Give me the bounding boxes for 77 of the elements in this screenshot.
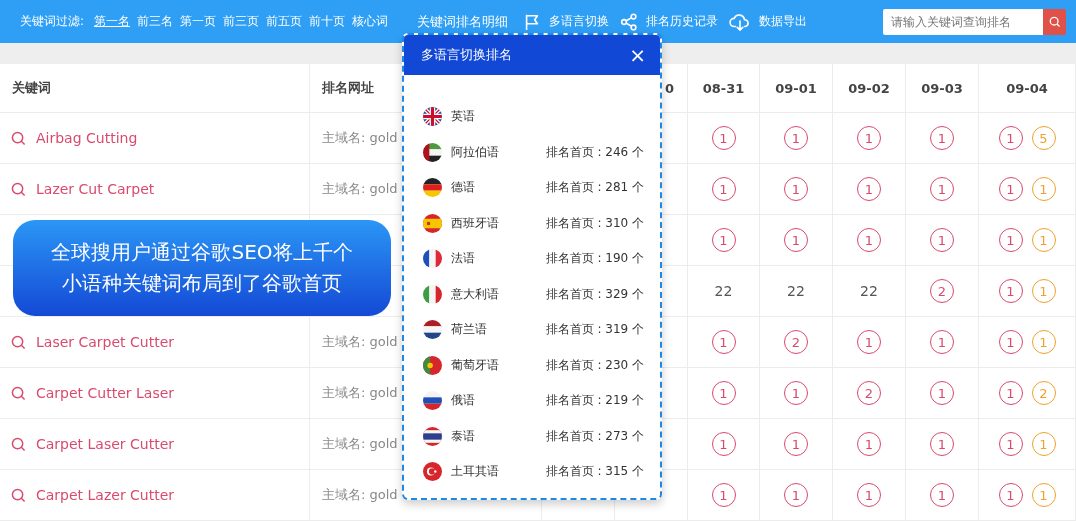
keyword-link[interactable]: Carpet Laser Cutter	[36, 436, 175, 452]
action-link[interactable]: 多语言切换	[549, 13, 610, 30]
keyword-link[interactable]: Airbag Cutting	[36, 130, 138, 146]
ranking-count: 排名首页 : 319 个	[545, 321, 644, 339]
search-field[interactable]: 请输入关键词查询排名	[883, 8, 1043, 35]
rank-number: 22	[787, 283, 805, 299]
language-name[interactable]: 西班牙语	[451, 214, 499, 232]
column-header: 08-31	[702, 80, 745, 96]
ranking-count: 排名首页 : 281 个	[545, 179, 644, 197]
flag-icon[interactable]	[423, 391, 442, 411]
search-icon[interactable]	[11, 436, 26, 452]
ranking-count: 排名首页 : 315 个	[545, 463, 644, 481]
share-icon[interactable]	[620, 12, 639, 31]
language-name[interactable]: 法语	[451, 250, 475, 268]
action-link[interactable]: 排名历史记录	[646, 13, 719, 30]
url-text: 主域名: gold	[322, 384, 398, 402]
keyword-link[interactable]: Lazer Cut Carpet	[36, 181, 155, 197]
language-name[interactable]: 荷兰语	[451, 321, 487, 339]
filter-link[interactable]: 第一名	[94, 13, 131, 30]
language-name[interactable]: 葡萄牙语	[451, 356, 499, 374]
action-link[interactable]: 数据导出	[759, 13, 808, 30]
column-header: 09-03	[921, 80, 963, 96]
language-name[interactable]: 泰语	[451, 427, 475, 445]
language-name[interactable]: 英语	[451, 108, 475, 126]
flag-icon[interactable]	[423, 142, 442, 162]
filter-link[interactable]: 前三名	[137, 13, 174, 30]
language-name[interactable]: 意大利语	[451, 285, 499, 303]
filter-link[interactable]: 前五页	[266, 13, 303, 30]
column-header: 0	[665, 80, 675, 96]
search-icon[interactable]	[11, 487, 26, 503]
filter-label: 关键词过滤:	[20, 13, 85, 30]
url-text: 主域名: gold	[322, 333, 398, 351]
search-icon[interactable]	[1048, 15, 1061, 28]
flag-icon[interactable]	[423, 249, 442, 269]
detail-title[interactable]: 关键词排名明细	[417, 12, 509, 31]
search-icon[interactable]	[11, 130, 26, 146]
rank-number: 22	[714, 283, 733, 299]
close-button[interactable]: ×	[627, 45, 648, 65]
keyword-link[interactable]: Carpet Lazer Cutter	[36, 487, 175, 503]
language-name[interactable]: 俄语	[451, 392, 475, 410]
keyword-link[interactable]: Laser Carpet Cutter	[36, 334, 175, 350]
search-icon[interactable]	[11, 334, 26, 350]
column-header: 09-02	[848, 80, 890, 96]
search-icon[interactable]	[11, 181, 26, 197]
ranking-count: 排名首页 : 273 个	[545, 427, 644, 445]
ranking-count: 排名首页 : 190 个	[545, 250, 644, 268]
ranking-count: 排名首页 : 230 个	[545, 356, 644, 374]
search-button[interactable]	[1043, 8, 1066, 35]
flag-icon[interactable]	[423, 426, 442, 446]
url-text: 主域名: gold	[322, 180, 398, 198]
keyword-link[interactable]: Carpet Cutter Laser	[36, 385, 175, 401]
column-header: 排名网址	[322, 79, 374, 97]
filter-link[interactable]: 核心词	[352, 13, 389, 30]
column-header: 关键词	[12, 79, 51, 97]
flag-icon[interactable]	[423, 178, 442, 198]
dialog-title: 多语言切换排名	[421, 46, 512, 64]
ranking-count: 排名首页 : 246 个	[545, 143, 644, 161]
language-name[interactable]: 土耳其语	[451, 463, 499, 481]
language-name[interactable]: 德语	[451, 179, 475, 197]
ranking-count: 排名首页 : 329 个	[545, 285, 644, 303]
cloud-download-icon[interactable]	[729, 12, 752, 31]
ranking-count: 排名首页 : 310 个	[545, 214, 644, 232]
ranking-count: 排名首页 : 219 个	[545, 392, 644, 410]
url-text: 主域名: gold	[322, 486, 398, 504]
url-text: 主域名: gold	[322, 129, 398, 147]
search-icon[interactable]	[11, 385, 26, 401]
flag-icon[interactable]	[423, 107, 442, 127]
banner-text: 全球搜用户通过谷歌SEO将上千个 小语种关键词布局到了谷歌首页	[51, 239, 353, 297]
rank-number: 22	[860, 283, 878, 299]
url-text: 主域名: gold	[322, 435, 398, 453]
filter-link[interactable]: 前十页	[309, 13, 346, 30]
column-header: 09-04	[1006, 80, 1048, 96]
flag-icon[interactable]	[423, 320, 442, 340]
filter-link[interactable]: 前三页	[223, 13, 260, 30]
language-name[interactable]: 阿拉伯语	[451, 143, 499, 161]
filter-link[interactable]: 第一页	[180, 13, 217, 30]
column-header: 09-01	[775, 80, 817, 96]
